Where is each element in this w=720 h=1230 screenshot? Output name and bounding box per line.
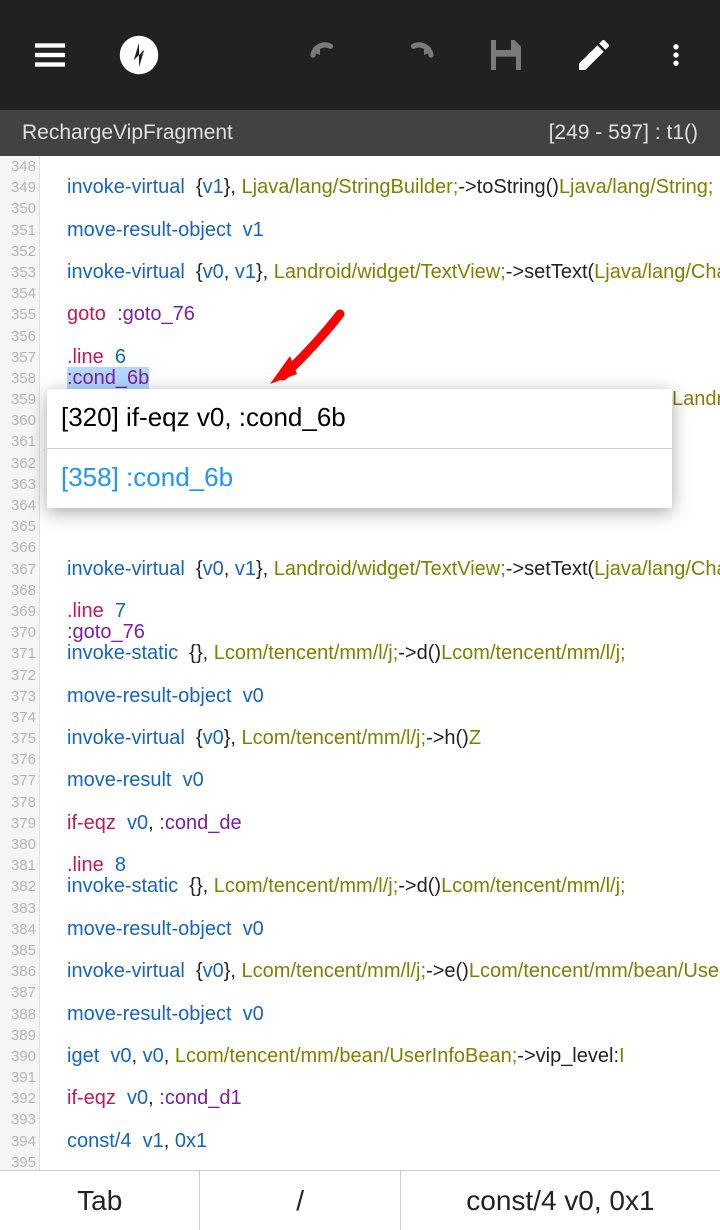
- file-title: RechargeVipFragment: [22, 121, 233, 145]
- key-snippet[interactable]: const/4 v0, 0x1: [401, 1185, 720, 1217]
- edit-icon[interactable]: [574, 35, 614, 75]
- redo-icon[interactable]: [396, 34, 438, 76]
- menu-icon[interactable]: [30, 35, 70, 75]
- code-editor[interactable]: 3483493503513523533543553563573583593603…: [0, 156, 720, 1170]
- key-tab[interactable]: Tab: [0, 1185, 199, 1217]
- line-gutter: 3483493503513523533543553563573583593603…: [0, 156, 40, 1170]
- references-popup: [320] if-eqz v0, :cond_6b [358] :cond_6b: [47, 389, 672, 508]
- reference-item-current[interactable]: [358] :cond_6b: [47, 449, 672, 508]
- key-slash[interactable]: /: [200, 1185, 399, 1217]
- toolbar: [0, 0, 720, 110]
- save-icon[interactable]: [486, 35, 526, 75]
- compass-icon[interactable]: [118, 34, 160, 76]
- reference-item[interactable]: [320] if-eqz v0, :cond_6b: [47, 389, 672, 449]
- subbar: RechargeVipFragment [249 - 597] : t1(): [0, 110, 720, 156]
- code-area[interactable]: invoke-virtual {v1}, Ljava/lang/StringBu…: [40, 156, 720, 1170]
- undo-icon[interactable]: [306, 34, 348, 76]
- position-indicator: [249 - 597] : t1(): [549, 121, 698, 145]
- overflow-icon[interactable]: [662, 35, 690, 75]
- keyboard-accessory: Tab / const/4 v0, 0x1: [0, 1170, 720, 1230]
